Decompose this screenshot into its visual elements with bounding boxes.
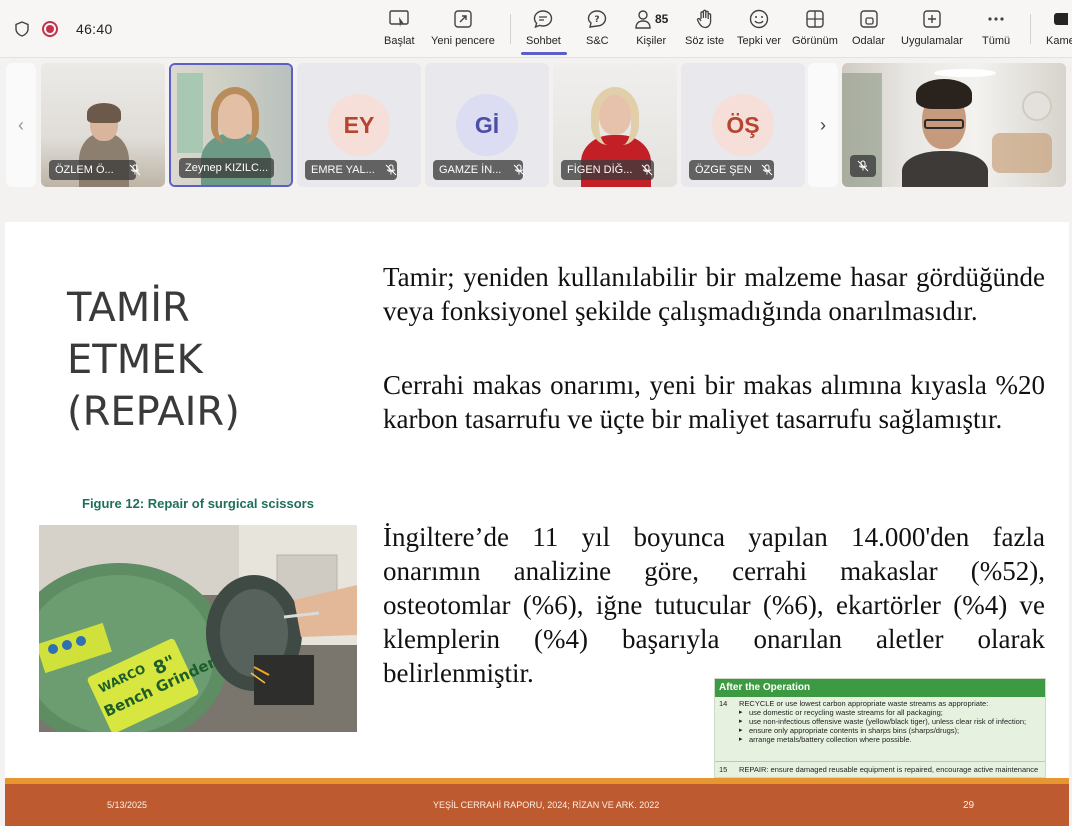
participant-tile[interactable]: ÖŞ ÖZGE ŞEN xyxy=(681,63,805,187)
react-button[interactable]: Tepki ver xyxy=(737,8,781,52)
avatar: ÖŞ xyxy=(712,94,774,156)
slide-title: TAMİR ETMEK (REPAIR) xyxy=(67,285,240,435)
new-window-label: Yeni pencere xyxy=(431,35,495,47)
raise-hand-label: Söz iste xyxy=(685,35,725,47)
bench-grinder-illustration: WARCO Bench Grinder 8" xyxy=(39,525,357,732)
mic-off-icon xyxy=(641,164,653,176)
svg-text:?: ? xyxy=(595,15,600,25)
meeting-toolbar: 46:40 Başlat Yeni pencere Sohbet ? S&C 8… xyxy=(0,0,1072,58)
qa-icon: ? xyxy=(588,10,607,28)
toolbar-divider xyxy=(510,14,511,44)
figure-caption: Figure 12: Repair of surgical scissors xyxy=(82,496,314,511)
mic-off-icon xyxy=(129,164,141,176)
self-mute-indicator xyxy=(850,155,876,177)
participant-tile[interactable]: Gİ GAMZE İN... xyxy=(425,63,549,187)
participant-tile-active-speaker[interactable]: Zeynep KIZILC... xyxy=(169,63,293,187)
slide-number: 29 xyxy=(963,800,975,811)
participant-name: EMRE YAL... xyxy=(305,160,397,180)
avatar: Gİ xyxy=(456,94,518,156)
slide-paragraph: Tamir; yeniden kullanılabilir bir malzem… xyxy=(383,262,1045,326)
people-label: Kişiler xyxy=(636,35,667,47)
meeting-status: 46:40 xyxy=(14,18,113,40)
footer-source: YEŞİL CERRAHİ RAPORU, 2024; RİZAN VE ARK… xyxy=(433,800,660,810)
participant-tile[interactable]: ÖZLEM Ö... xyxy=(41,63,165,187)
chat-label: Sohbet xyxy=(526,35,561,47)
strip-prev-button[interactable]: ‹ xyxy=(6,63,36,187)
avatar: EY xyxy=(328,94,390,156)
present-icon xyxy=(389,10,409,27)
camera-label: Kame xyxy=(1046,35,1072,47)
chat-icon xyxy=(534,10,553,29)
apps-label: Uygulamalar xyxy=(901,35,963,47)
mic-off-icon xyxy=(857,160,869,172)
footer-date: 5/13/2025 xyxy=(107,800,148,810)
recording-icon xyxy=(42,21,58,37)
mic-off-icon xyxy=(513,164,525,176)
self-video[interactable] xyxy=(842,63,1066,187)
participant-tile[interactable]: EY EMRE YAL... xyxy=(297,63,421,187)
view-button[interactable]: Görünüm xyxy=(792,8,838,52)
new-window-button[interactable]: Yeni pencere xyxy=(431,8,495,52)
rooms-label: Odalar xyxy=(852,35,886,47)
participant-name: ÖZLEM Ö... xyxy=(49,160,136,180)
camera-button[interactable]: Kame xyxy=(1046,8,1072,52)
slide-footer: 5/13/2025 YEŞİL CERRAHİ RAPORU, 2024; Rİ… xyxy=(5,784,1069,826)
camera-icon xyxy=(1054,13,1068,25)
smiley-icon xyxy=(749,9,769,29)
start-label: Başlat xyxy=(384,35,415,47)
breakout-rooms-icon xyxy=(859,10,878,28)
participant-name: Zeynep KIZILC... xyxy=(179,158,275,178)
guideline-table-excerpt: After the Operation 14 RECYCLE or use lo… xyxy=(714,678,1046,778)
strip-next-button[interactable]: › xyxy=(808,63,838,187)
slide-paragraph: İngiltere’de 11 yıl boyunca yapılan 14.0… xyxy=(383,522,1045,688)
hand-icon xyxy=(696,9,711,29)
add-app-icon xyxy=(923,10,941,28)
qa-label: S&C xyxy=(586,35,609,47)
shared-slide: TAMİR ETMEK (REPAIR) Tamir; yeniden kull… xyxy=(5,222,1069,826)
view-label: Görünüm xyxy=(792,35,838,47)
more-button[interactable]: Tümü xyxy=(982,8,1010,52)
scissors-repair-photo: WARCO Bench Grinder 8" xyxy=(39,525,357,732)
shield-icon[interactable] xyxy=(14,21,30,37)
table-header: After the Operation xyxy=(715,679,1045,697)
participant-strip: ‹ ÖZLEM Ö... Zeynep KIZILC... EY EMRE YA… xyxy=(0,58,1072,192)
people-icon xyxy=(635,10,651,29)
react-label: Tepki ver xyxy=(737,35,782,47)
raise-hand-button[interactable]: Söz iste xyxy=(685,8,724,52)
people-button[interactable]: 85 Kişiler xyxy=(634,8,668,52)
mic-off-icon xyxy=(761,164,773,176)
participant-tile[interactable]: FİGEN DİĞ... xyxy=(553,63,677,187)
participant-count: 85 xyxy=(655,12,669,26)
mic-off-icon xyxy=(385,164,397,176)
more-label: Tümü xyxy=(982,35,1011,47)
qa-button[interactable]: ? S&C xyxy=(586,8,609,52)
apps-button[interactable]: Uygulamalar xyxy=(901,8,963,52)
active-tab-indicator xyxy=(521,52,567,55)
meeting-timer: 46:40 xyxy=(76,21,113,37)
slide-paragraph: Cerrahi makas onarımı, yeni bir makas al… xyxy=(383,370,1045,434)
chevron-right-icon: › xyxy=(820,114,826,135)
start-button[interactable]: Başlat xyxy=(384,8,415,52)
table-row: 14 RECYCLE or use lowest carbon appropri… xyxy=(715,697,1045,744)
more-dots-icon xyxy=(988,17,1004,21)
toolbar-divider xyxy=(1030,14,1031,44)
grid-view-icon xyxy=(806,10,824,28)
chevron-left-icon: ‹ xyxy=(18,114,24,135)
rooms-button[interactable]: Odalar xyxy=(852,8,885,52)
participant-name: GAMZE İN... xyxy=(433,160,524,180)
chat-button[interactable]: Sohbet xyxy=(526,8,561,52)
pop-out-icon xyxy=(454,10,472,28)
table-row: 15 REPAIR: ensure damaged reusable equip… xyxy=(715,761,1045,774)
